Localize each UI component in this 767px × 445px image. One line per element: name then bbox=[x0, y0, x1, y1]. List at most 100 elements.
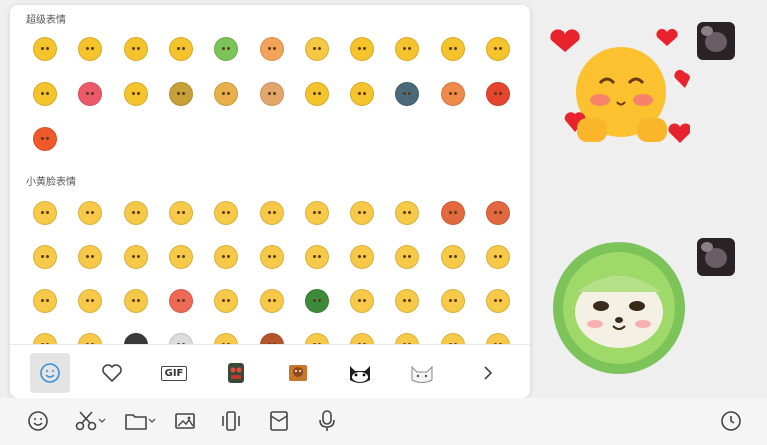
more-tabs[interactable] bbox=[468, 353, 508, 393]
avatar[interactable] bbox=[697, 22, 735, 60]
emoji-sunflower-face[interactable] bbox=[164, 77, 198, 111]
sticker-pack-1-tab[interactable] bbox=[216, 353, 256, 393]
emoji-peeking-face[interactable] bbox=[119, 77, 153, 111]
sticker-pack-3-tab[interactable] bbox=[340, 353, 380, 393]
emoji-button[interactable] bbox=[26, 407, 50, 435]
chevron-down-icon bbox=[148, 418, 156, 423]
gif-icon: GIF bbox=[160, 365, 188, 381]
emoji-grimace[interactable] bbox=[73, 196, 107, 230]
emoji-yellow-chick[interactable] bbox=[300, 32, 334, 66]
emoji-smile[interactable] bbox=[28, 196, 62, 230]
emoji-sleepy[interactable] bbox=[345, 196, 379, 230]
box-face-icon bbox=[214, 82, 239, 106]
emoji-dizzy[interactable] bbox=[300, 196, 334, 230]
emoji-proud[interactable] bbox=[481, 240, 515, 274]
avatar[interactable] bbox=[697, 238, 735, 276]
emoji-crying-face[interactable] bbox=[28, 32, 62, 66]
smiley-tab[interactable] bbox=[30, 353, 70, 393]
emoji-sad[interactable] bbox=[164, 240, 198, 274]
yellow-chick-icon bbox=[304, 37, 329, 61]
screenshot-button[interactable] bbox=[70, 407, 110, 435]
emoji-grin[interactable] bbox=[73, 240, 107, 274]
emoji-laugh[interactable] bbox=[28, 240, 62, 274]
cool-shades-icon bbox=[214, 245, 239, 269]
emoji-tears-of-joy[interactable] bbox=[345, 240, 379, 274]
crying-laughing-face-icon bbox=[78, 37, 103, 61]
smile-icon bbox=[33, 201, 57, 225]
emoji-firework[interactable] bbox=[28, 122, 62, 156]
emoji-awkward[interactable] bbox=[436, 196, 470, 230]
emoji-kiss-face[interactable] bbox=[73, 77, 107, 111]
sunglasses-face-icon bbox=[168, 37, 193, 61]
emoji-shy[interactable] bbox=[255, 196, 289, 230]
emoji-crying[interactable] bbox=[390, 196, 424, 230]
red-envelope-icon bbox=[486, 82, 510, 106]
emoji-headband[interactable] bbox=[345, 284, 379, 318]
emoji-panel: 超级表情 小黄脸表情 GIF bbox=[10, 5, 530, 398]
shake-button[interactable] bbox=[218, 407, 244, 435]
emoji-robot-cat[interactable] bbox=[390, 77, 424, 111]
image-icon bbox=[175, 413, 195, 429]
emoji-sunglasses-face[interactable] bbox=[164, 32, 198, 66]
emoji-sweat[interactable] bbox=[209, 284, 243, 318]
emoji-angry[interactable] bbox=[481, 196, 515, 230]
emoji-smug[interactable] bbox=[119, 284, 153, 318]
emoji-eyes-pleading-face[interactable] bbox=[255, 32, 289, 66]
emoji-crazy[interactable] bbox=[300, 240, 334, 274]
emoji-tongue-face[interactable] bbox=[390, 32, 424, 66]
smug-icon bbox=[123, 289, 148, 313]
emoji-red-envelope[interactable] bbox=[481, 77, 515, 111]
emoji-screaming-face[interactable] bbox=[436, 32, 470, 66]
hearts-blushing-face-sticker[interactable] bbox=[545, 28, 690, 153]
emoji-cool-shades[interactable] bbox=[209, 240, 243, 274]
emoji-doubt[interactable] bbox=[28, 284, 62, 318]
emoji-shocked[interactable] bbox=[164, 196, 198, 230]
emoji-army-helmet[interactable] bbox=[300, 284, 334, 318]
sticker-pack-4-tab[interactable] bbox=[402, 353, 442, 393]
emoji-furious[interactable] bbox=[164, 284, 198, 318]
favorites-tab[interactable] bbox=[92, 353, 132, 393]
emoji-cute[interactable] bbox=[436, 240, 470, 274]
emoji-giggle[interactable] bbox=[390, 240, 424, 274]
emoji-dumb[interactable] bbox=[73, 284, 107, 318]
emoji-crying-laughing-face[interactable] bbox=[73, 32, 107, 66]
sweat-icon bbox=[214, 289, 239, 313]
emoji-birthday-cake[interactable] bbox=[436, 77, 470, 111]
history-button[interactable] bbox=[718, 407, 744, 435]
cabbage-dog-sticker[interactable] bbox=[549, 240, 689, 375]
kiss-face-icon bbox=[78, 82, 103, 106]
tearful-icon bbox=[259, 245, 284, 269]
emoji-happy[interactable] bbox=[255, 284, 289, 318]
cool-icon bbox=[214, 201, 239, 225]
emoji-box-face[interactable] bbox=[209, 77, 243, 111]
red-packet-button[interactable] bbox=[266, 407, 292, 435]
emoji-party-hat-face[interactable] bbox=[481, 32, 515, 66]
emoji-question[interactable] bbox=[436, 284, 470, 318]
emoji-surprised[interactable] bbox=[119, 240, 153, 274]
gif-tab[interactable]: GIF bbox=[154, 353, 194, 393]
emoji-party-face[interactable] bbox=[345, 32, 379, 66]
emoji-tearful[interactable] bbox=[255, 240, 289, 274]
image-button[interactable] bbox=[172, 407, 198, 435]
peeking-face-icon bbox=[123, 82, 148, 106]
sticker-pack-2-tab[interactable] bbox=[278, 353, 318, 393]
doubt-icon bbox=[33, 289, 57, 313]
emoji-blushing-face[interactable] bbox=[119, 32, 153, 66]
emoji-drooling-face[interactable] bbox=[28, 77, 62, 111]
emoji-shaking-hands-face[interactable] bbox=[345, 77, 379, 111]
emoji-yell[interactable] bbox=[390, 284, 424, 318]
voice-button[interactable] bbox=[314, 407, 340, 435]
emoji-blowing-kiss-face[interactable] bbox=[300, 77, 334, 111]
emoji-dog-face[interactable] bbox=[255, 77, 289, 111]
crying-icon bbox=[395, 201, 420, 225]
dog-face-icon bbox=[259, 82, 284, 106]
emoji-cabbage-dog[interactable] bbox=[209, 32, 243, 66]
chevron-right-icon bbox=[484, 366, 493, 380]
sad-icon bbox=[168, 245, 193, 269]
emoji-heart-eyes[interactable] bbox=[119, 196, 153, 230]
heart-icon bbox=[102, 364, 122, 382]
shocked-icon bbox=[168, 201, 193, 225]
file-button[interactable] bbox=[120, 407, 160, 435]
emoji-cool[interactable] bbox=[209, 196, 243, 230]
emoji-shh[interactable] bbox=[481, 284, 515, 318]
